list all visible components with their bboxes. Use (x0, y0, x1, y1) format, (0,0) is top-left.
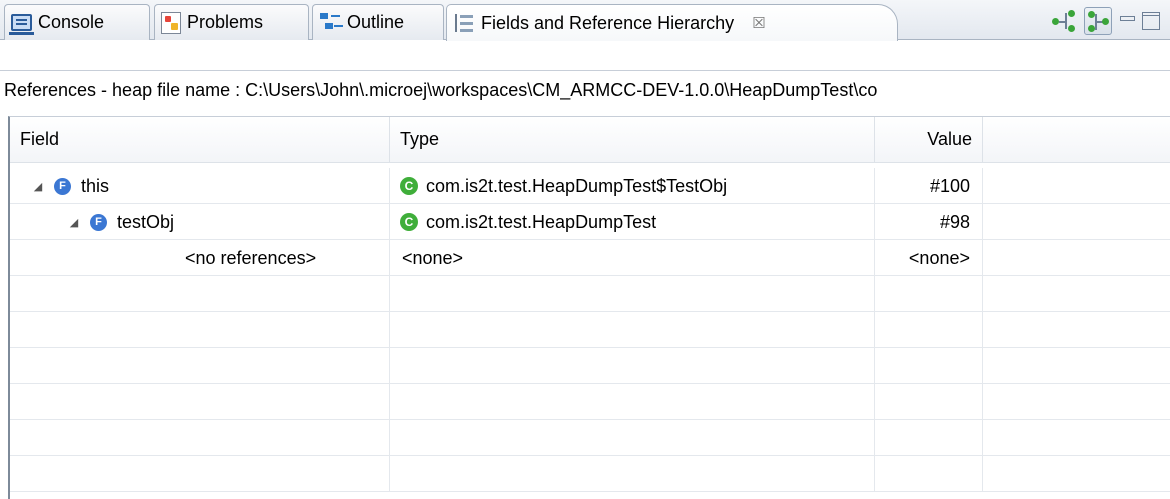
type-name: com.is2t.test.HeapDumpTest$TestObj (426, 175, 728, 196)
column-header-filler (983, 117, 1170, 163)
console-icon (9, 14, 34, 35)
view-tab-bar: Console Problems Outline Fields and Refe… (0, 0, 1170, 41)
value: <none> (908, 247, 970, 268)
expand-arrow-icon[interactable]: ◢ (30, 180, 46, 193)
references-table[interactable]: Field Type Value ◢ F this C com.is2t.tes… (8, 116, 1170, 499)
table-row[interactable]: ◢ F testObj C com.is2t.test.HeapDumpTest… (10, 204, 1170, 240)
tab-outline[interactable]: Outline (312, 4, 444, 40)
class-icon: C (400, 177, 418, 195)
tab-problems[interactable]: Problems (154, 4, 309, 40)
field-name: this (81, 175, 110, 196)
view-background (0, 40, 1170, 70)
tab-fields-label: Fields and Reference Hierarchy (481, 12, 735, 33)
empty-row (10, 420, 1170, 456)
column-header-value[interactable]: Value (875, 117, 983, 163)
tab-fields-and-reference-hierarchy[interactable]: Fields and Reference Hierarchy ☒ (446, 4, 898, 41)
field-icon: F (54, 177, 71, 195)
minimize-icon[interactable] (1118, 14, 1136, 28)
tab-problems-label: Problems (187, 12, 264, 32)
table-row[interactable]: <no references> <none> <none> (10, 240, 1170, 276)
empty-row (10, 348, 1170, 384)
tab-outline-label: Outline (347, 12, 405, 32)
field-name: <no references> (185, 247, 317, 268)
field-icon: F (90, 213, 107, 231)
tab-console[interactable]: Console (4, 4, 150, 40)
table-header: Field Type Value (10, 117, 1170, 163)
empty-row (10, 276, 1170, 312)
column-header-type[interactable]: Type (390, 117, 875, 163)
show-referencing-icon[interactable] (1050, 7, 1078, 35)
column-header-field[interactable]: Field (10, 117, 390, 163)
hierarchy-icon (453, 12, 475, 34)
problems-icon (161, 11, 181, 34)
expand-arrow-icon[interactable]: ◢ (66, 216, 82, 229)
show-referenced-icon[interactable] (1084, 7, 1112, 35)
fields-reference-hierarchy-view: Console Problems Outline Fields and Refe… (0, 0, 1170, 499)
field-name: testObj (117, 211, 175, 232)
value: #100 (929, 175, 970, 196)
empty-row (10, 384, 1170, 420)
value: #98 (939, 211, 970, 232)
type-name: com.is2t.test.HeapDumpTest (426, 211, 657, 232)
heap-file-path-text: References - heap file name : C:\Users\J… (4, 80, 878, 100)
table-row[interactable]: ◢ F this C com.is2t.test.HeapDumpTest$Te… (10, 168, 1170, 204)
tab-console-label: Console (38, 12, 105, 32)
maximize-icon[interactable] (1142, 12, 1160, 30)
heap-file-path-label: References - heap file name : C:\Users\J… (0, 70, 1170, 110)
empty-row (10, 312, 1170, 348)
close-icon[interactable]: ☒ (752, 14, 765, 32)
empty-row (10, 456, 1170, 492)
class-icon: C (400, 213, 418, 231)
outline-icon (319, 12, 341, 34)
view-toolbar (1050, 6, 1160, 36)
type-name: <none> (402, 247, 464, 268)
